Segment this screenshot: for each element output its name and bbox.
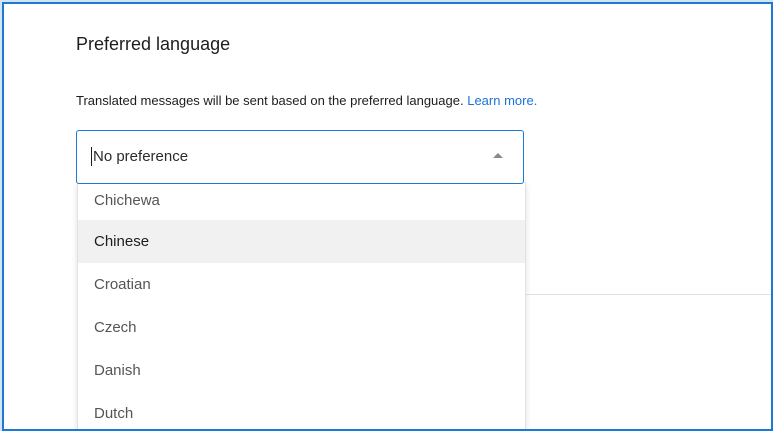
section-divider <box>524 294 771 295</box>
dropdown-option-chichewa[interactable]: Chichewa <box>78 182 525 222</box>
dropdown-option-croatian[interactable]: Croatian <box>78 263 525 306</box>
description-text: Translated messages will be sent based o… <box>76 93 464 108</box>
dropdown-option-chinese[interactable]: Chinese <box>78 220 525 263</box>
preferred-language-panel: Preferred language Translated messages w… <box>2 2 773 431</box>
section-heading: Preferred language <box>76 34 231 54</box>
language-dropdown-list[interactable]: Chichewa Chinese Croatian Czech Danish D… <box>77 182 526 429</box>
chevron-up-icon[interactable] <box>493 153 503 158</box>
language-select-value: No preference <box>93 148 189 165</box>
learn-more-link[interactable]: Learn more. <box>467 93 537 108</box>
dropdown-option-czech[interactable]: Czech <box>78 306 525 349</box>
description: Translated messages will be sent based o… <box>76 93 537 108</box>
dropdown-option-danish[interactable]: Danish <box>78 349 525 392</box>
language-select[interactable]: No preference <box>76 130 524 184</box>
dropdown-option-dutch[interactable]: Dutch <box>78 392 525 429</box>
text-cursor <box>91 147 92 166</box>
